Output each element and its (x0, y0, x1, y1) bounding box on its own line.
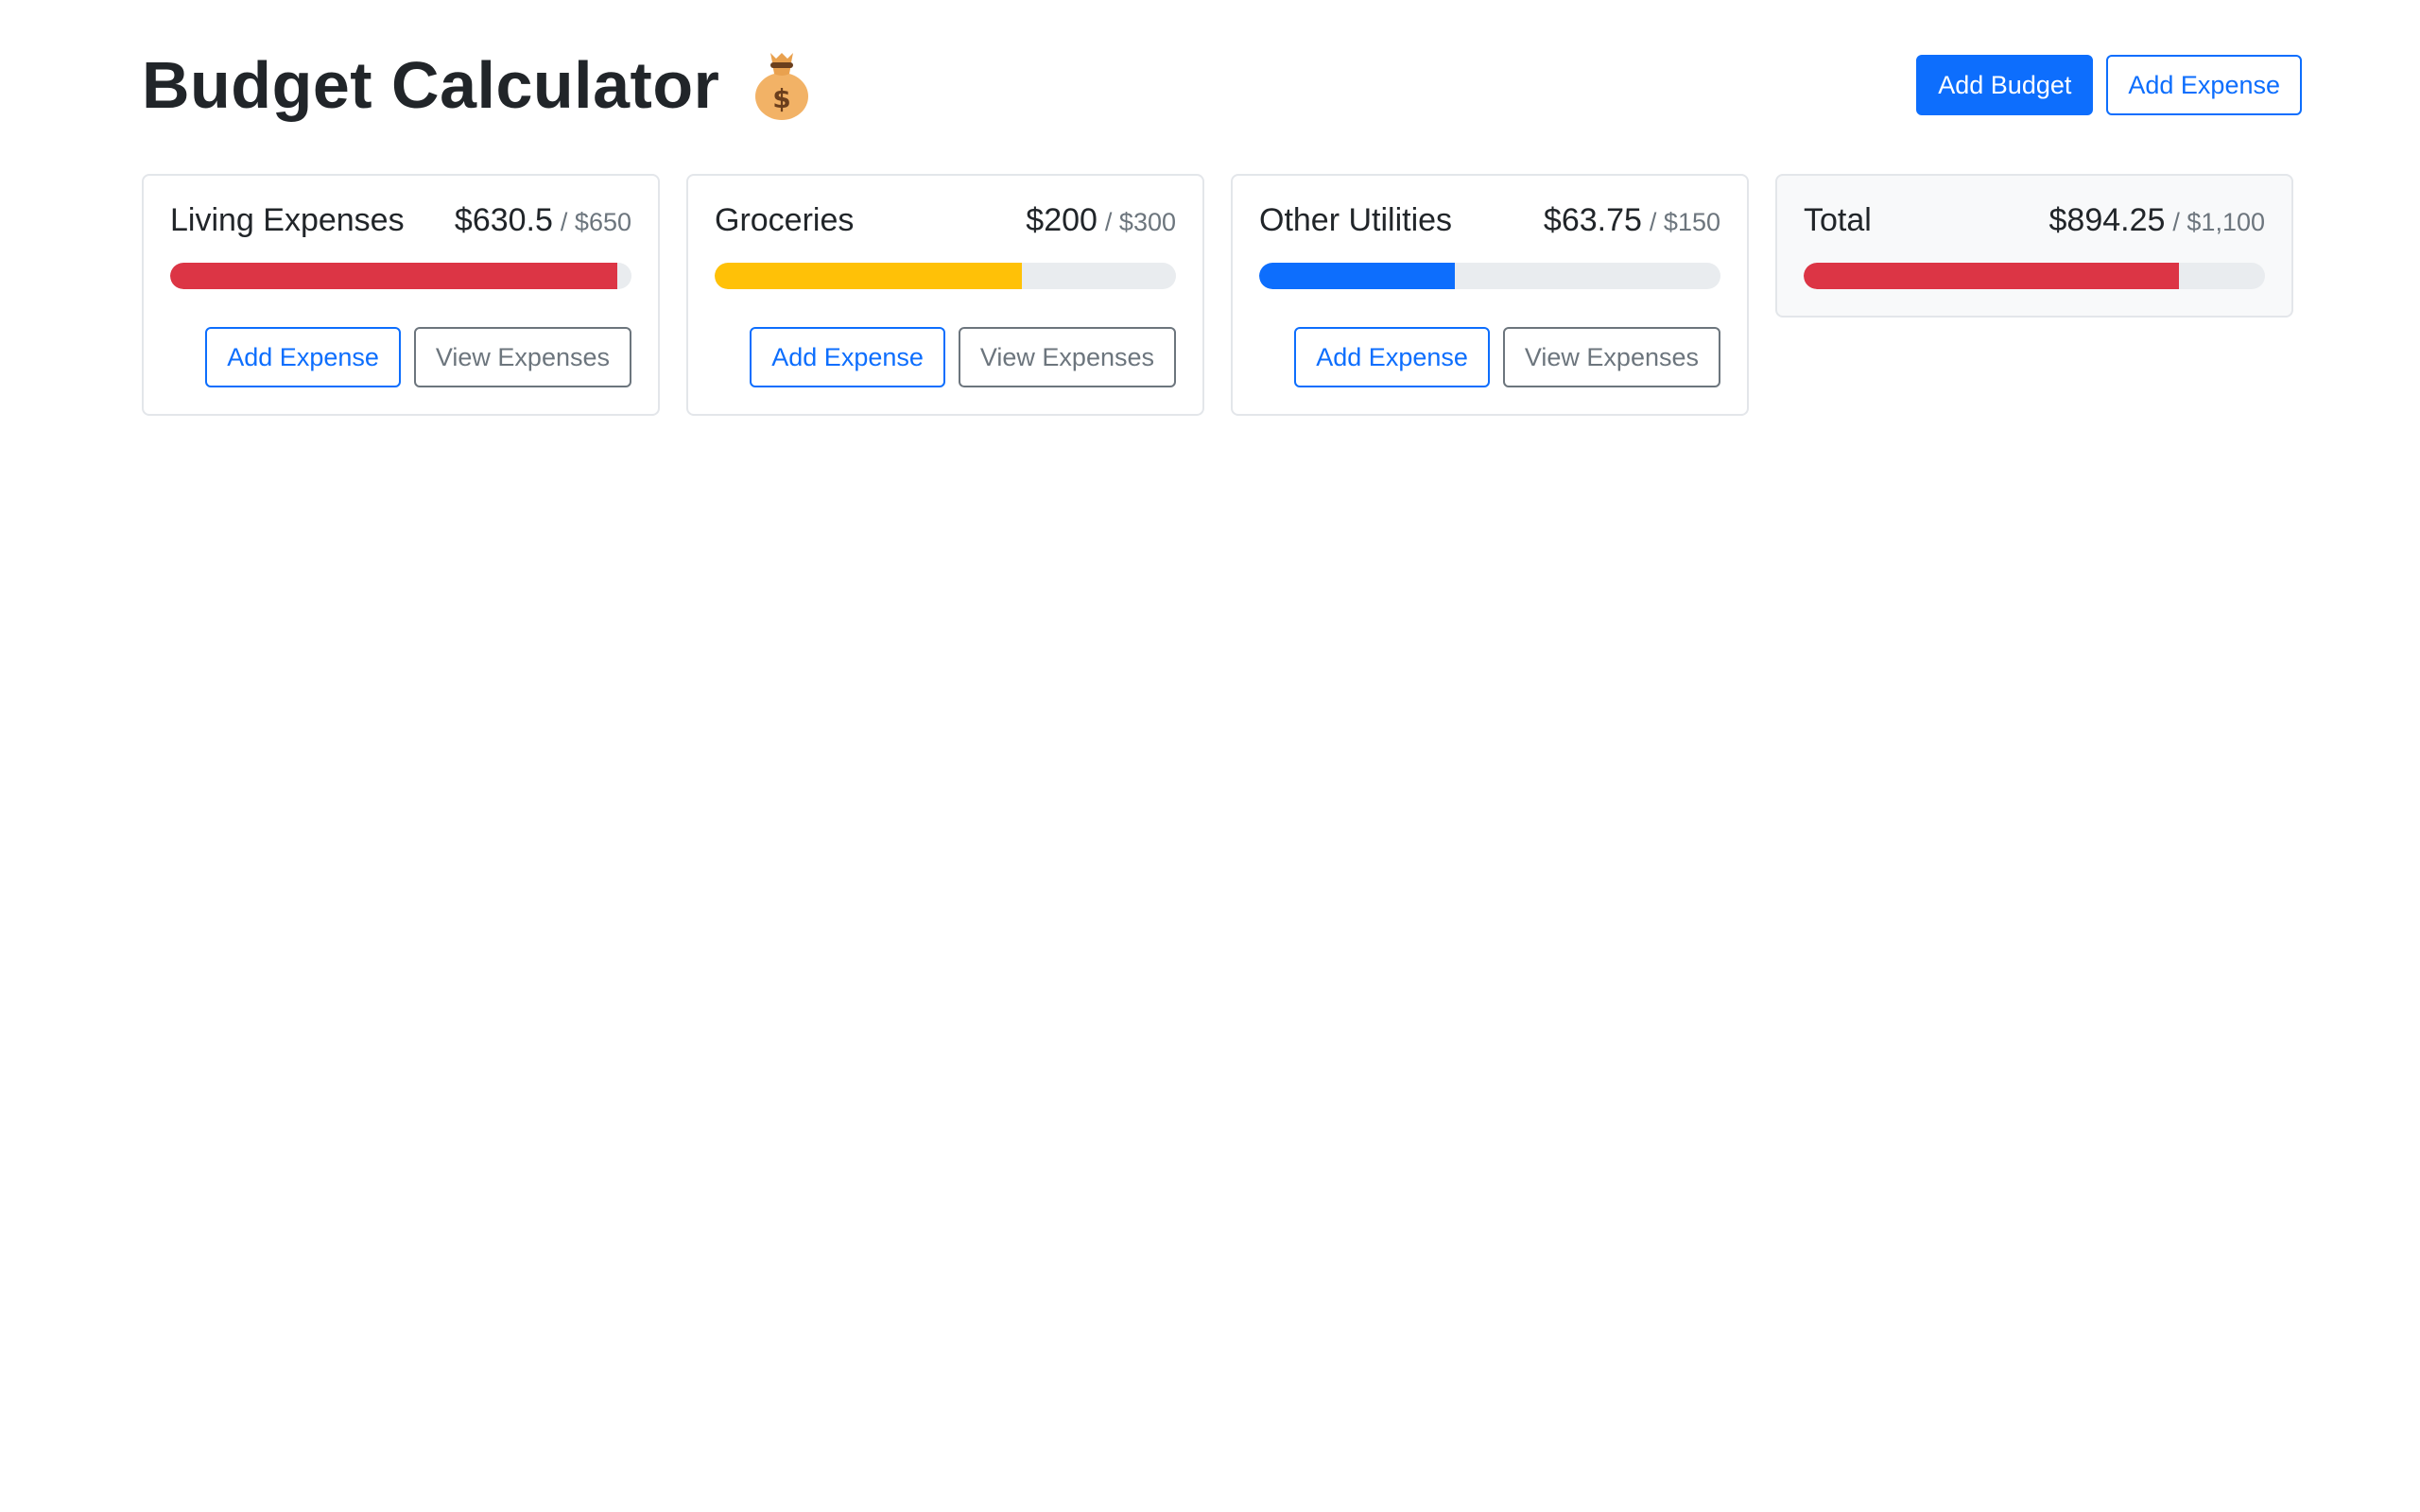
add-expense-button[interactable]: Add Expense (1294, 327, 1490, 387)
budget-card-other-utilities: Other Utilities $63.75/ $150 Add Expense… (1231, 174, 1749, 416)
add-expense-button[interactable]: Add Expense (205, 327, 401, 387)
view-expenses-button[interactable]: View Expenses (1502, 327, 1720, 387)
budget-amount: $63.75 (1543, 202, 1642, 238)
add-expense-button[interactable]: Add Expense (2106, 55, 2302, 115)
budget-progress-bar (715, 263, 1176, 289)
budget-max: / $150 (1649, 208, 1720, 236)
budget-amount: $630.5 (454, 202, 553, 238)
card-header: Groceries $200/ $300 (715, 202, 1176, 244)
budget-amounts: $63.75/ $150 (1544, 202, 1720, 239)
budget-amounts: $630.5/ $650 (455, 202, 631, 239)
progress-fill (1259, 263, 1456, 289)
add-expense-button[interactable]: Add Expense (750, 327, 945, 387)
budget-name: Groceries (715, 202, 855, 238)
header-actions: Add Budget Add Expense (1916, 55, 2302, 115)
budget-progress-bar (170, 263, 631, 289)
budget-name: Other Utilities (1259, 202, 1453, 238)
card-header: Living Expenses $630.5/ $650 (170, 202, 631, 244)
card-actions: Add Expense View Expenses (715, 327, 1176, 387)
budget-card-groceries: Groceries $200/ $300 Add Expense View Ex… (686, 174, 1204, 416)
header: Budget Calculator $ Add Budget Add Expen… (142, 38, 2302, 132)
budget-amounts: $200/ $300 (1026, 202, 1176, 239)
budget-max: / $650 (560, 208, 631, 236)
total-progress-bar (1804, 263, 2265, 289)
total-name: Total (1804, 202, 1872, 238)
money-bag-icon: $ (752, 49, 812, 121)
add-budget-button[interactable]: Add Budget (1916, 55, 2094, 115)
card-header: Other Utilities $63.75/ $150 (1259, 202, 1720, 244)
budget-card-total: Total $894.25/ $1,100 (1775, 174, 2293, 318)
budget-amount: $200 (1026, 202, 1098, 238)
view-expenses-button[interactable]: View Expenses (413, 327, 631, 387)
progress-fill (715, 263, 1023, 289)
progress-fill (1804, 263, 2179, 289)
title-wrap: Budget Calculator $ (142, 49, 812, 121)
card-actions: Add Expense View Expenses (170, 327, 631, 387)
view-expenses-button[interactable]: View Expenses (958, 327, 1176, 387)
page-title: Budget Calculator (142, 48, 720, 122)
budget-max: / $300 (1104, 208, 1176, 236)
page: Budget Calculator $ Add Budget Add Expen… (0, 0, 2420, 1512)
svg-text:$: $ (773, 83, 791, 114)
total-max: / $1,100 (2172, 208, 2265, 236)
card-actions: Add Expense View Expenses (1259, 327, 1720, 387)
card-header: Total $894.25/ $1,100 (1804, 202, 2265, 244)
progress-fill (170, 263, 618, 289)
total-amount: $894.25 (2048, 202, 2166, 238)
total-amounts: $894.25/ $1,100 (2049, 202, 2266, 239)
budget-cards: Living Expenses $630.5/ $650 Add Expense… (142, 174, 2293, 416)
budget-name: Living Expenses (170, 202, 405, 238)
budget-progress-bar (1259, 263, 1720, 289)
budget-card-living-expenses: Living Expenses $630.5/ $650 Add Expense… (142, 174, 660, 416)
